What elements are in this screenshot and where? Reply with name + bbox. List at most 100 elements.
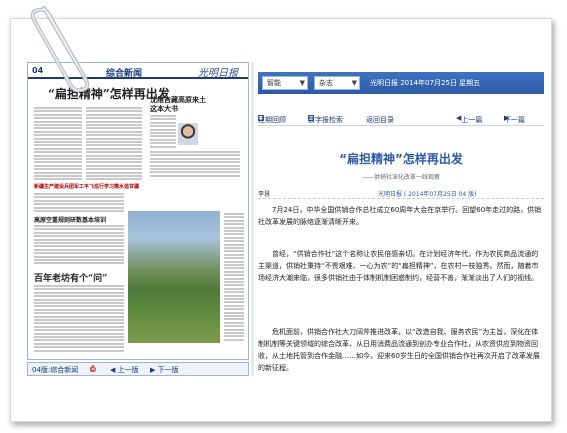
text-line bbox=[34, 113, 82, 116]
text-line bbox=[150, 132, 176, 134]
thumb-headline-5[interactable]: 百年老坊有个“问” bbox=[34, 271, 124, 284]
text-line bbox=[34, 302, 124, 304]
text-line bbox=[224, 338, 244, 341]
text-line bbox=[34, 339, 124, 342]
text-line bbox=[224, 325, 244, 328]
text-line bbox=[224, 213, 244, 215]
text-line bbox=[34, 175, 82, 177]
text-line bbox=[34, 154, 82, 157]
text-line bbox=[224, 311, 244, 314]
text-line bbox=[34, 120, 82, 123]
text-line bbox=[34, 248, 124, 251]
text-line bbox=[86, 107, 142, 109]
text-line bbox=[86, 161, 142, 164]
text-line bbox=[34, 305, 124, 308]
text-line bbox=[34, 336, 124, 338]
text-line bbox=[34, 291, 124, 294]
text-line bbox=[34, 158, 82, 160]
text-line bbox=[150, 138, 176, 141]
prev-article-label: 上一篇 bbox=[461, 116, 483, 124]
catalog-label: 返回目录 bbox=[366, 116, 394, 124]
text-line bbox=[34, 312, 124, 315]
text-line bbox=[34, 252, 124, 255]
text-line bbox=[224, 230, 244, 232]
article-title: “扁担精神”怎样再出发 bbox=[339, 152, 463, 166]
text-line bbox=[34, 130, 82, 133]
text-line bbox=[34, 346, 124, 349]
newspaper-logo: 光明日报 bbox=[198, 68, 238, 79]
next-page-button[interactable]: ▶ 下一版 bbox=[150, 365, 179, 375]
text-line bbox=[34, 332, 124, 335]
text-line bbox=[150, 168, 240, 170]
text-line bbox=[150, 151, 240, 153]
prev-page-button[interactable]: ◀ 上一版 bbox=[110, 365, 139, 375]
text-line bbox=[86, 144, 142, 147]
article-paragraph-3: 危机面前，供销合作社大刀阔斧推进改革，以“改造自我、服务农民”为主旨，深化在体制… bbox=[258, 328, 540, 372]
text-line bbox=[150, 118, 176, 121]
text-line bbox=[224, 308, 244, 311]
prev-page-label: 上一版 bbox=[117, 366, 139, 374]
pdf-icon[interactable]: ⎙ bbox=[90, 365, 96, 374]
text-line bbox=[86, 178, 142, 181]
text-line bbox=[86, 168, 142, 171]
thumb-headline-2[interactable]: 沈维吉藏高原来土这本大书 bbox=[150, 95, 210, 113]
newspaper-page-thumbnail[interactable]: 04 综合新闻 光明日报 “扁担精神”怎样再出发 沈维吉藏高原来土这本大书 新疆… bbox=[27, 62, 249, 360]
text-line bbox=[150, 161, 240, 164]
text-line bbox=[224, 304, 244, 307]
text-line bbox=[150, 157, 240, 160]
text-line bbox=[224, 219, 244, 222]
text-line bbox=[224, 298, 244, 300]
text-line bbox=[34, 107, 82, 109]
text-line bbox=[34, 203, 124, 206]
text-line bbox=[34, 349, 124, 352]
top-toolbar: 智能 ▼ 杂志 ▼ 光明日报 2014年07月25日 星期五 bbox=[258, 72, 544, 94]
page-footer: 04版:综合新闻 ⎙ ◀ 上一版 ▶ 下一版 bbox=[27, 362, 249, 376]
text-line bbox=[224, 281, 244, 283]
article-paragraph-1: 7月24日，中华全国供销合作总社成立60周年大会在京举行。回望60年走过的路，供… bbox=[258, 206, 542, 226]
text-line bbox=[150, 174, 240, 177]
text-line bbox=[34, 329, 124, 332]
text-line bbox=[224, 233, 244, 236]
text-line bbox=[34, 259, 124, 261]
text-line bbox=[34, 127, 82, 130]
edition-select[interactable]: 智能 ▼ bbox=[262, 76, 308, 90]
text-line bbox=[150, 171, 240, 174]
text-line bbox=[86, 158, 142, 160]
text-line bbox=[34, 206, 124, 209]
text-line bbox=[34, 342, 124, 345]
text-line bbox=[34, 178, 82, 181]
chevron-down-icon: ▼ bbox=[351, 79, 357, 87]
text-line bbox=[150, 135, 176, 138]
article-source: 光明日报 ( 2014年07月25日 04 版) bbox=[378, 191, 477, 198]
text-line bbox=[224, 240, 244, 243]
text-line bbox=[34, 315, 124, 318]
text-line bbox=[34, 245, 124, 248]
text-line bbox=[34, 134, 82, 137]
text-line bbox=[86, 175, 142, 177]
text-line bbox=[34, 238, 124, 241]
next-article-button[interactable]: 下一篇 ▶ bbox=[504, 114, 525, 124]
text-line bbox=[224, 247, 244, 249]
prev-article-button[interactable]: ◀ 上一篇 bbox=[456, 114, 482, 124]
text-line bbox=[224, 277, 244, 280]
text-line bbox=[150, 142, 176, 145]
paper-select-value: 杂志 bbox=[319, 79, 333, 87]
article-meta: 李慧 光明日报 ( 2014年07月25日 04 版) bbox=[258, 188, 544, 199]
text-line bbox=[34, 298, 124, 301]
text-line bbox=[224, 236, 244, 239]
text-line bbox=[150, 125, 176, 128]
text-line bbox=[224, 321, 244, 324]
issue-date: 光明日报 2014年07月25日 星期五 bbox=[370, 79, 481, 87]
text-line bbox=[34, 210, 124, 212]
text-line bbox=[150, 128, 176, 131]
thumb-headline-3[interactable]: 新疆生产建设兵团军工平飞巡行学习需水造甘疆 bbox=[34, 183, 144, 190]
text-line bbox=[34, 196, 124, 199]
paper-select[interactable]: 杂志 ▼ bbox=[314, 76, 360, 90]
text-line bbox=[86, 110, 142, 113]
text-line bbox=[224, 226, 244, 229]
text-line bbox=[86, 137, 142, 140]
thumb-headline-4[interactable]: 高原空重规则研数基本培训 bbox=[34, 215, 124, 224]
text-line bbox=[34, 288, 124, 291]
text-line bbox=[150, 145, 176, 148]
page-section: 综合新闻 bbox=[106, 69, 143, 79]
